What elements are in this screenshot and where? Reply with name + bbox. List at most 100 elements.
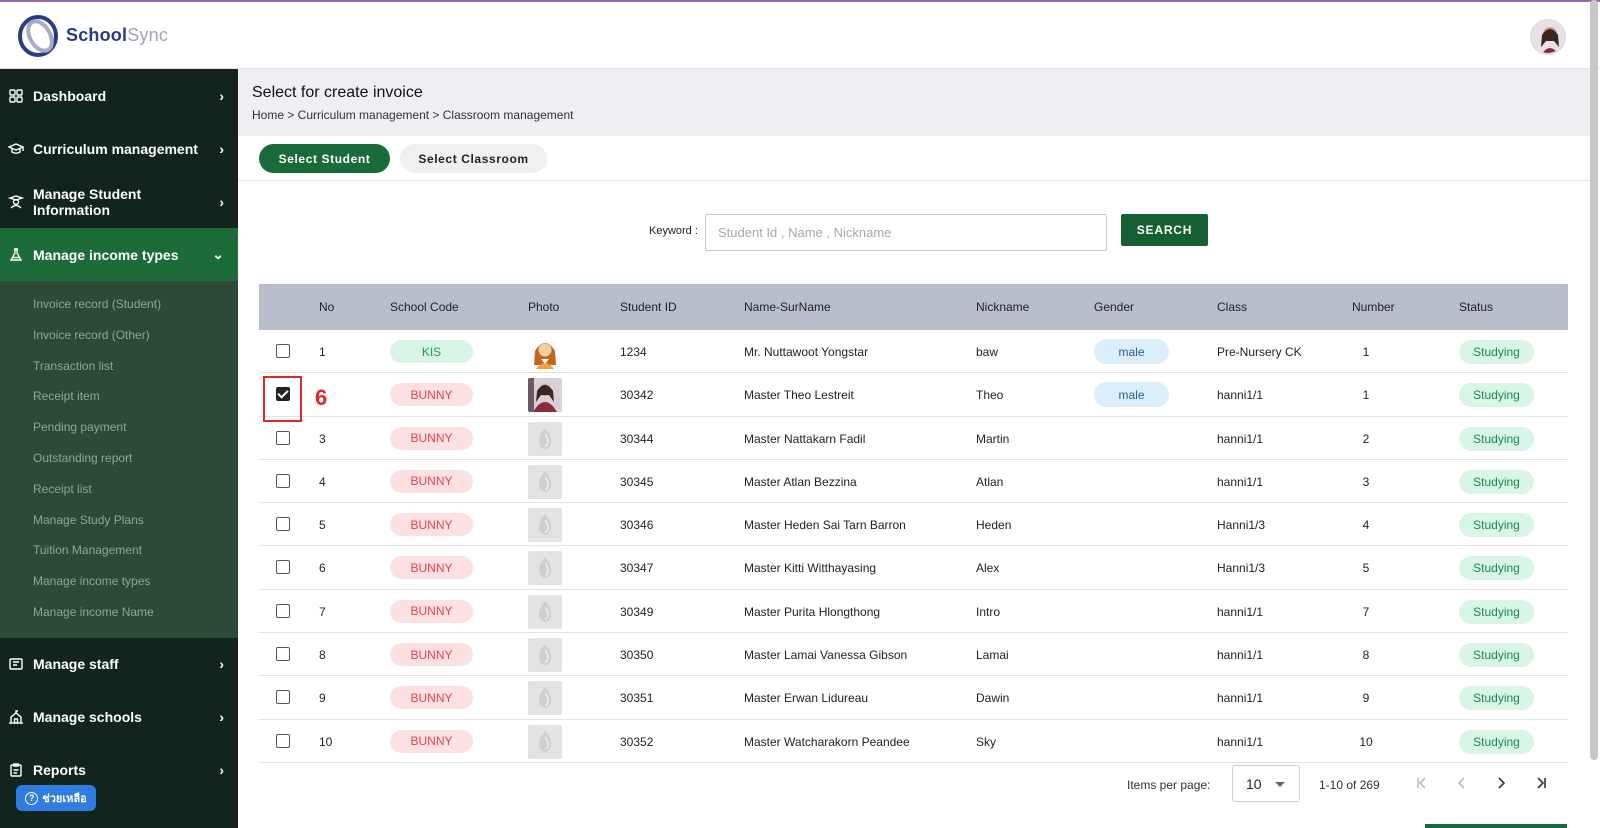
column-header[interactable]: School Code bbox=[390, 300, 459, 314]
submenu-item[interactable]: Outstanding report bbox=[0, 443, 238, 474]
help-button[interactable]: ? ช่วยเหลือ bbox=[16, 785, 96, 811]
footer-button-edge[interactable] bbox=[1425, 824, 1567, 828]
status-badge: Studying bbox=[1459, 383, 1534, 408]
student-number: 8 bbox=[1362, 648, 1370, 663]
row-checkbox[interactable] bbox=[276, 647, 290, 662]
row-checkbox[interactable] bbox=[276, 733, 290, 748]
table-row[interactable]: 4 BUNNY 30345 Master Atlan Bezzina Atlan hann… bbox=[259, 460, 1568, 504]
status-badge: Studying bbox=[1459, 426, 1534, 451]
highlight-box bbox=[263, 376, 302, 422]
page-size-value: 10 bbox=[1246, 775, 1262, 792]
student-name: Master Kitti Witthayasing bbox=[744, 561, 877, 576]
column-header[interactable]: Gender bbox=[1094, 300, 1134, 314]
row-checkbox[interactable] bbox=[276, 344, 290, 358]
graduation-cap-icon bbox=[8, 141, 24, 157]
table-row[interactable]: 5 BUNNY 30346 Master Heden Sai Tarn Barron H… bbox=[259, 503, 1568, 547]
student-name: Master Erwan Lidureau bbox=[744, 691, 869, 706]
row-number: 8 bbox=[319, 648, 326, 663]
breadcrumb[interactable]: Home > Curriculum management > Classroom… bbox=[252, 108, 1590, 122]
column-header[interactable]: No bbox=[319, 300, 334, 314]
gender-badge: male bbox=[1094, 382, 1169, 408]
first-page-button[interactable] bbox=[1411, 772, 1433, 794]
row-checkbox[interactable] bbox=[276, 690, 290, 705]
table-row[interactable]: 9 BUNNY 30351 Master Erwan Lidureau Dawin han… bbox=[259, 676, 1568, 720]
grid-icon bbox=[8, 88, 24, 104]
student-class: hanni1/1 bbox=[1217, 648, 1264, 663]
logo[interactable]: SchoolSync bbox=[16, 12, 168, 58]
tab-select-classroom[interactable]: Select Classroom bbox=[400, 144, 547, 173]
column-header[interactable]: Photo bbox=[528, 300, 559, 314]
sidebar-item-dashboard[interactable]: Dashboard › bbox=[0, 69, 238, 122]
page-title: Select for create invoice bbox=[252, 84, 423, 101]
student-nickname: Alex bbox=[976, 561, 1000, 576]
search-button[interactable]: SEARCH bbox=[1121, 214, 1208, 246]
sidebar-item-staff[interactable]: Manage staff › bbox=[0, 638, 238, 691]
first-page-icon bbox=[1417, 777, 1426, 789]
row-checkbox[interactable] bbox=[276, 430, 290, 445]
submenu-item[interactable]: Receipt list bbox=[0, 474, 238, 505]
student-photo bbox=[528, 464, 562, 499]
user-avatar[interactable] bbox=[1530, 19, 1566, 55]
submenu-income: Invoice record (Student) Invoice record … bbox=[0, 281, 238, 638]
submenu-item[interactable]: Manage Study Plans bbox=[0, 505, 238, 536]
row-number: 10 bbox=[319, 734, 333, 749]
sidebar-item-student-info[interactable]: Manage Student Information › bbox=[0, 175, 238, 228]
column-header[interactable]: Class bbox=[1217, 300, 1247, 314]
student-number: 10 bbox=[1359, 734, 1373, 749]
column-header[interactable]: Name-SurName bbox=[744, 300, 831, 314]
status-badge: Studying bbox=[1459, 469, 1534, 494]
column-header[interactable]: Nickname bbox=[976, 300, 1029, 314]
sidebar-item-label: Manage Student Information bbox=[33, 185, 142, 218]
submenu-item[interactable]: Invoice record (Student) bbox=[0, 289, 238, 320]
prev-page-button[interactable] bbox=[1451, 772, 1473, 794]
page-size-select[interactable]: 10 bbox=[1232, 765, 1300, 802]
student-name: Mr. Nuttawoot Yongstar bbox=[744, 345, 869, 359]
chevron-right-icon: › bbox=[219, 762, 224, 779]
student-photo bbox=[528, 378, 562, 413]
tab-select-student[interactable]: Select Student bbox=[259, 144, 390, 173]
submenu-item[interactable]: Transaction list bbox=[0, 351, 238, 382]
table-row[interactable]: 3 BUNNY 30344 Master Nattakarn Fadil Martin h… bbox=[259, 417, 1568, 460]
row-checkbox[interactable] bbox=[276, 560, 290, 575]
table-row[interactable]: 6 BUNNY 30347 Master Kitti Witthayasing Alex… bbox=[259, 546, 1568, 590]
table-row[interactable]: 7 BUNNY 30349 Master Purita Hlongthong Intro… bbox=[259, 590, 1568, 634]
submenu-item[interactable]: Invoice record (Other) bbox=[0, 320, 238, 351]
row-checkbox[interactable] bbox=[276, 603, 290, 618]
student-id: 30346 bbox=[620, 518, 654, 533]
submenu-item[interactable]: Pending payment bbox=[0, 412, 238, 443]
student-photo bbox=[528, 594, 562, 629]
student-nickname: baw bbox=[976, 345, 999, 359]
column-header[interactable]: Status bbox=[1459, 300, 1493, 314]
submenu-item[interactable]: Manage income types bbox=[0, 566, 238, 597]
table-row[interactable]: 10 BUNNY 30352 Master Watcharakorn Peandee S… bbox=[259, 720, 1568, 763]
submenu-item[interactable]: Manage income Name bbox=[0, 597, 238, 628]
keyword-label: Keyword : bbox=[649, 225, 698, 237]
chevron-down-icon: ⌄ bbox=[212, 246, 224, 262]
sidebar-item-schools[interactable]: Manage schools › bbox=[0, 691, 238, 744]
last-page-button[interactable] bbox=[1530, 772, 1552, 794]
table-row[interactable]: BUNNY 30342 Master Theo Lestreit Theo male ha… bbox=[259, 373, 1568, 417]
table-row[interactable]: 8 BUNNY 30350 Master Lamai Vanessa Gibson La… bbox=[259, 633, 1568, 677]
column-header[interactable]: Student ID bbox=[620, 300, 677, 314]
sidebar-item-income-types[interactable]: Manage income types ⌄ bbox=[0, 228, 238, 281]
submenu-item[interactable]: Receipt item bbox=[0, 381, 238, 412]
search-input[interactable] bbox=[705, 214, 1107, 251]
sidebar-item-curriculum[interactable]: Curriculum management › bbox=[0, 122, 238, 175]
school-code-badge: BUNNY bbox=[390, 426, 473, 450]
column-header[interactable]: Number bbox=[1352, 300, 1395, 314]
student-id: 30349 bbox=[620, 604, 654, 619]
page-scrollbar[interactable] bbox=[1590, 0, 1598, 760]
chevron-right-icon: › bbox=[219, 656, 224, 673]
next-page-button[interactable] bbox=[1490, 772, 1512, 794]
student-nickname: Intro bbox=[976, 604, 1001, 619]
school-code-badge: BUNNY bbox=[390, 643, 473, 667]
row-checkbox[interactable] bbox=[276, 517, 290, 532]
student-icon bbox=[8, 194, 24, 210]
student-id: 30347 bbox=[620, 561, 654, 576]
student-number: 3 bbox=[1362, 474, 1370, 489]
table-body: 1 KIS 1234 Mr. Nuttawoot Yongstar baw male Pre… bbox=[259, 330, 1568, 763]
student-photo bbox=[528, 638, 562, 673]
row-checkbox[interactable] bbox=[276, 473, 290, 488]
submenu-item[interactable]: Tuition Management bbox=[0, 535, 238, 566]
table-row[interactable]: 1 KIS 1234 Mr. Nuttawoot Yongstar baw male Pre… bbox=[259, 330, 1568, 374]
